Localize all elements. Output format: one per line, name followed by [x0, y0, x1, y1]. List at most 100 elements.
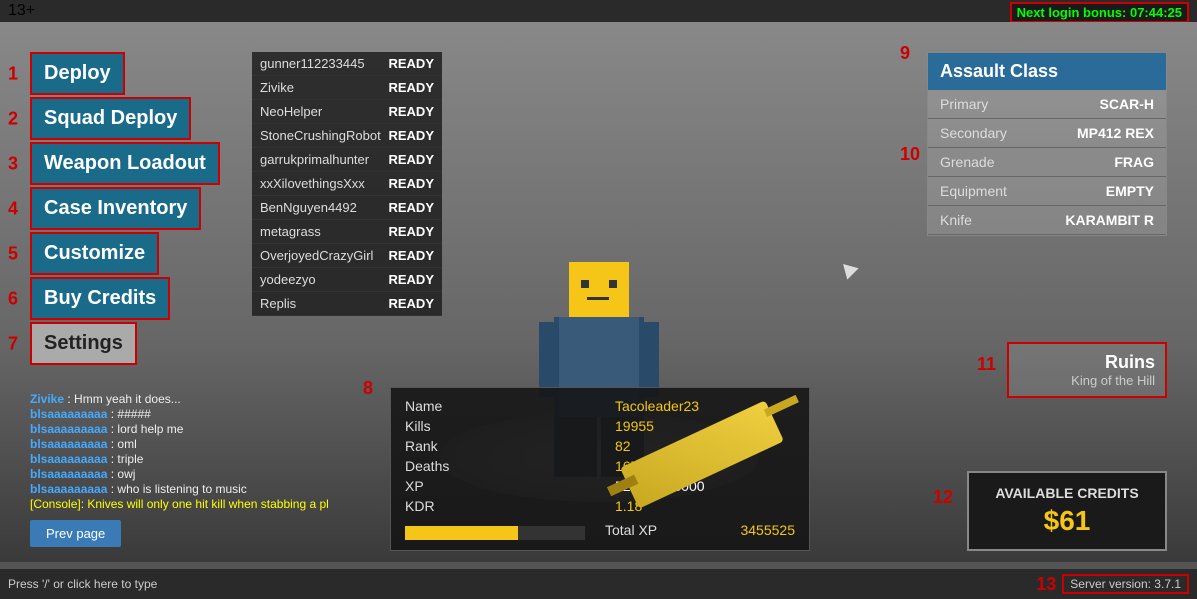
- char-face: [577, 280, 621, 300]
- char-eye-left: [581, 280, 589, 288]
- player-row: BenNguyen4492READY: [252, 196, 442, 220]
- player-name: yodeezyo: [260, 272, 316, 287]
- chat-name: blsaaaaaaaaa: [30, 422, 107, 436]
- player-name: BenNguyen4492: [260, 200, 357, 215]
- assault-class-row: EquipmentEMPTY: [928, 177, 1166, 206]
- chat-message: lord help me: [117, 422, 183, 436]
- chat-separator: :: [64, 392, 74, 406]
- annotation-6: 6: [8, 288, 18, 309]
- bottom-bar[interactable]: Press '/' or click here to type 13 Serve…: [0, 569, 1197, 599]
- map-name: Ruins: [1019, 352, 1155, 373]
- stats-name-label: Name: [405, 398, 585, 416]
- player-row: metagrass READY: [252, 220, 442, 244]
- player-status: READY: [388, 128, 434, 143]
- player-name: Zivike: [260, 80, 294, 95]
- annotation-12: 12: [933, 487, 953, 508]
- player-status: READY: [388, 56, 434, 71]
- player-status: READY: [388, 176, 434, 191]
- map-mode: King of the Hill: [1019, 373, 1155, 388]
- chat-separator: :: [107, 407, 117, 421]
- player-name: OverjoyedCrazyGirl: [260, 248, 373, 263]
- player-row: Zivike READY: [252, 76, 442, 100]
- sidebar-item-squad-deploy[interactable]: 2 Squad Deploy: [30, 97, 245, 140]
- player-row: yodeezyoREADY: [252, 268, 442, 292]
- cursor-icon: [837, 258, 858, 279]
- sidebar-item-weapon-loadout[interactable]: 3 Weapon Loadout: [30, 142, 245, 185]
- player-row: ReplisREADY: [252, 292, 442, 316]
- xp-bar-row: Total XP 3455525: [405, 520, 795, 540]
- chat-separator: :: [107, 437, 117, 451]
- squad-deploy-button[interactable]: Squad Deploy: [30, 97, 191, 140]
- player-status: READY: [388, 80, 434, 95]
- player-name: Replis: [260, 296, 296, 311]
- top-bar: 13+ Next login bonus: 07:44:25: [0, 0, 1197, 22]
- annotation-10: 10: [900, 144, 920, 165]
- server-version: 13 Server version: 3.7.1: [1062, 574, 1189, 594]
- player-name: metagrass: [260, 224, 321, 239]
- player-name: garrukprimalhunter: [260, 152, 369, 167]
- stats-kdr-label: KDR: [405, 498, 585, 516]
- total-xp-row: Total XP 3455525: [605, 522, 795, 538]
- chat-name: blsaaaaaaaaa: [30, 407, 107, 421]
- chat-line: blsaaaaaaaaa : oml: [30, 437, 370, 451]
- prev-page-button[interactable]: Prev page: [30, 520, 121, 547]
- char-arm-right: [639, 322, 659, 397]
- chat-name: blsaaaaaaaaa: [30, 482, 107, 496]
- chat-separator: :: [107, 452, 117, 466]
- weapon-loadout-button[interactable]: Weapon Loadout: [30, 142, 220, 185]
- login-bonus-badge: Next login bonus: 07:44:25: [1010, 2, 1189, 23]
- player-row: NeoHelper READY: [252, 100, 442, 124]
- chat-separator: :: [107, 467, 117, 481]
- chat-name: blsaaaaaaaaa: [30, 467, 107, 481]
- chat-message: owj: [117, 467, 135, 481]
- player-name: gunner112233445: [260, 56, 365, 71]
- buy-credits-button[interactable]: Buy Credits: [30, 277, 170, 320]
- player-status: READY: [388, 224, 434, 239]
- settings-button[interactable]: Settings: [30, 322, 137, 365]
- player-name: NeoHelper: [260, 104, 322, 119]
- sidebar-item-deploy[interactable]: 1 Deploy: [30, 52, 245, 95]
- annotation-3: 3: [8, 153, 18, 174]
- annotation-2: 2: [8, 108, 18, 129]
- annotation-11: 11: [977, 354, 996, 375]
- assault-row-label: Knife: [940, 212, 972, 228]
- assault-row-value: SCAR-H: [1100, 96, 1154, 112]
- player-name: StoneCrushingRobot: [260, 128, 381, 143]
- customize-button[interactable]: Customize: [30, 232, 159, 275]
- player-status: READY: [388, 248, 434, 263]
- assault-row-value: MP412 REX: [1077, 125, 1154, 141]
- sidebar-item-settings[interactable]: 7 Settings: [30, 322, 245, 365]
- player-row: StoneCrushingRobot READY: [252, 124, 442, 148]
- annotation-13: 13: [1036, 574, 1056, 595]
- chat-message: who is listening to music: [117, 482, 246, 496]
- console-msg: [Console]: Knives will only one hit kill…: [30, 497, 329, 511]
- player-row: gunner112233445 READY: [252, 52, 442, 76]
- stats-rank-label: Rank: [405, 438, 585, 456]
- sidebar-item-case-inventory[interactable]: 4 Case Inventory: [30, 187, 245, 230]
- player-list: gunner112233445READYZivikeREADYNeoHelper…: [252, 52, 442, 316]
- credits-label: AVAILABLE CREDITS: [983, 485, 1151, 501]
- annotation-5: 5: [8, 243, 18, 264]
- assault-row-value: KARAMBIT R: [1065, 212, 1154, 228]
- chat-line: blsaaaaaaaaa : who is listening to music: [30, 482, 370, 496]
- deploy-button[interactable]: Deploy: [30, 52, 125, 95]
- player-status: READY: [388, 104, 434, 119]
- assault-class-row: GrenadeFRAG: [928, 148, 1166, 177]
- player-row: OverjoyedCrazyGirl READY: [252, 244, 442, 268]
- char-mouth: [587, 297, 609, 300]
- char-arm-left: [539, 322, 559, 397]
- annotation-7: 7: [8, 333, 18, 354]
- chat-name: blsaaaaaaaaa: [30, 452, 107, 466]
- assault-row-value: EMPTY: [1106, 183, 1154, 199]
- assault-class-rows: PrimarySCAR-HSecondaryMP412 REXGrenadeFR…: [928, 90, 1166, 235]
- assault-row-value: FRAG: [1114, 154, 1154, 170]
- annotation-9: 9: [900, 43, 910, 64]
- sidebar-item-customize[interactable]: 5 Customize: [30, 232, 245, 275]
- chat-message: oml: [117, 437, 136, 451]
- bottom-bar-hint[interactable]: Press '/' or click here to type: [8, 577, 157, 591]
- case-inventory-button[interactable]: Case Inventory: [30, 187, 201, 230]
- chat-line: [Console]: Knives will only one hit kill…: [30, 497, 370, 511]
- char-eye-right: [609, 280, 617, 288]
- main-area: 1 Deploy 2 Squad Deploy 3 Weapon Loadout…: [0, 22, 1197, 599]
- sidebar-item-buy-credits[interactable]: 6 Buy Credits: [30, 277, 245, 320]
